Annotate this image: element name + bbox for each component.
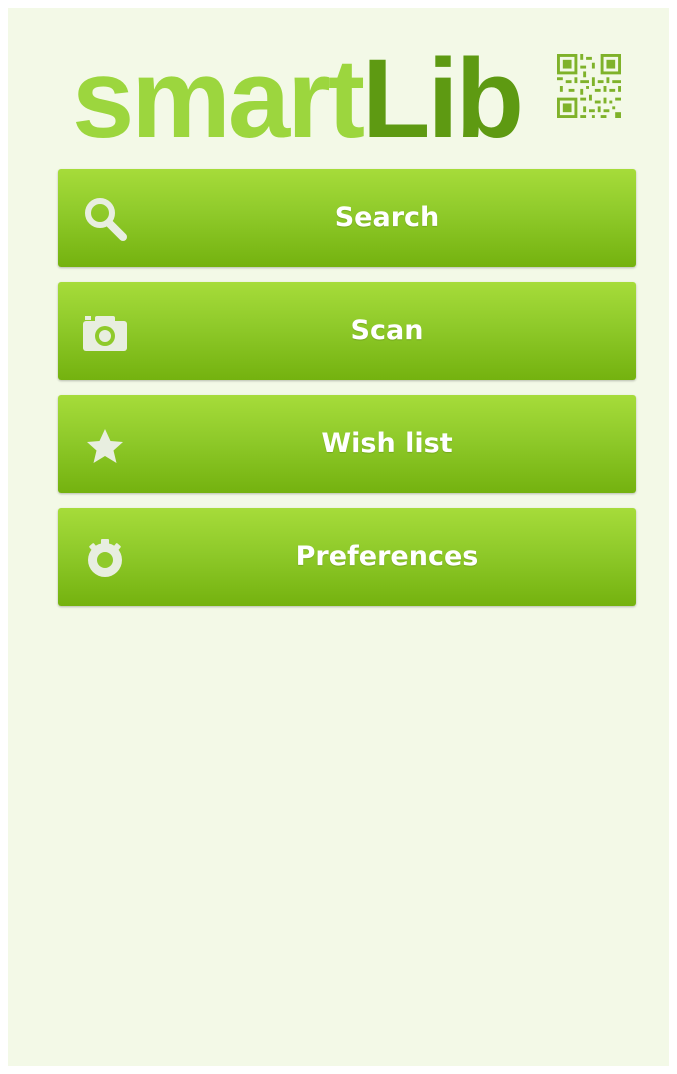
star-icon — [87, 429, 123, 463]
app-logo: smartLib — [72, 43, 632, 155]
logo-lib-text: Lib — [362, 36, 524, 161]
camera-icon — [83, 316, 127, 351]
wish-list-button[interactable]: Wish list — [58, 395, 636, 493]
scan-button[interactable]: Scan — [58, 282, 636, 380]
scan-button-label: Scan — [350, 315, 424, 346]
app-screen: smartLib Search Scan Wish list Preferenc… — [8, 8, 669, 1066]
main-menu: Search Scan Wish list Preferences — [58, 169, 636, 621]
search-button[interactable]: Search — [58, 169, 636, 267]
gear-icon — [88, 539, 122, 577]
logo-smart-text: smart — [72, 36, 365, 161]
preferences-button[interactable]: Preferences — [58, 508, 636, 606]
qr-code-icon — [557, 54, 621, 118]
preferences-button-label: Preferences — [295, 541, 479, 572]
logo-text: smartLib — [72, 43, 524, 155]
search-button-label: Search — [334, 202, 440, 233]
wish-list-button-label: Wish list — [321, 428, 453, 459]
search-icon — [85, 198, 127, 241]
